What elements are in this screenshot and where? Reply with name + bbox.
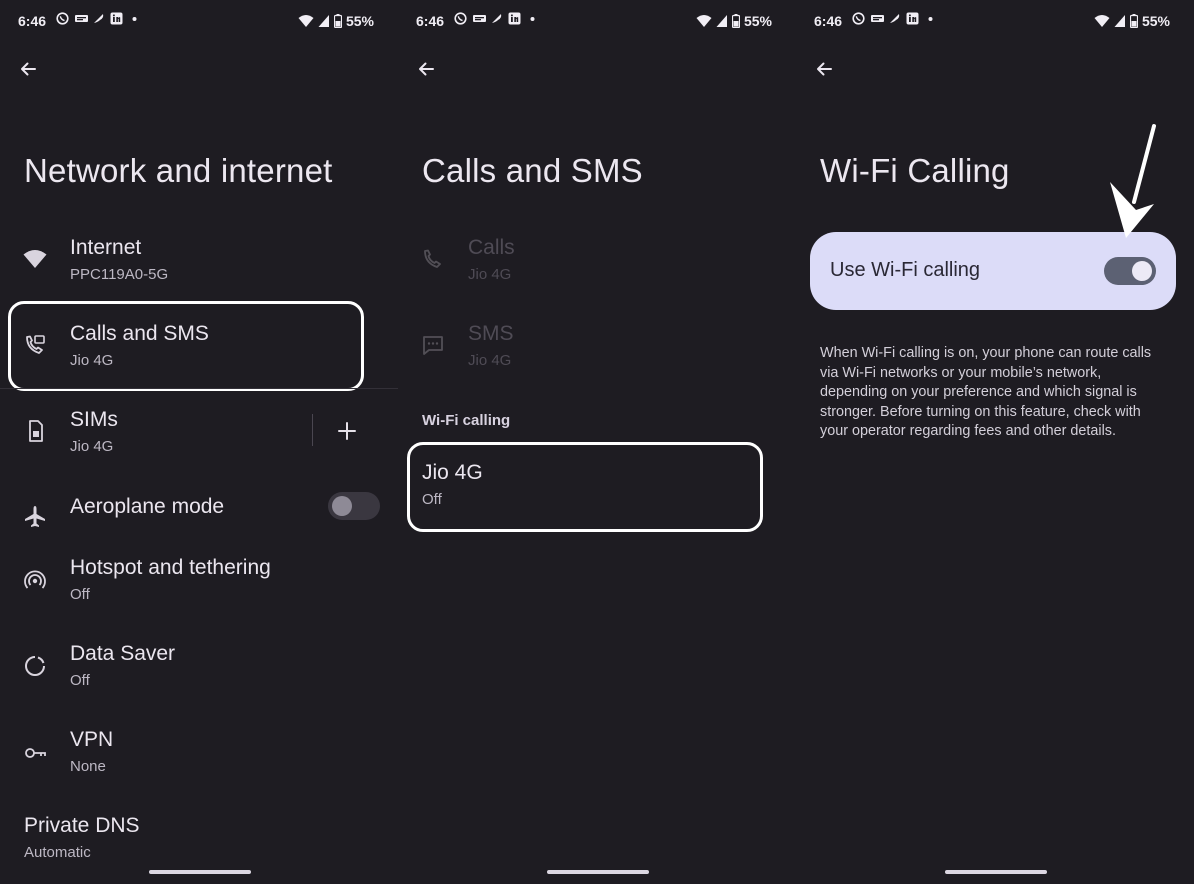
- linkedin-icon: [508, 12, 521, 25]
- gesture-navigation-bar[interactable]: [547, 870, 649, 874]
- sims-separator: [312, 414, 313, 446]
- status-bar: 6:46 55%: [416, 12, 772, 32]
- battery-icon: [333, 14, 342, 28]
- page-title: Wi-Fi Calling: [820, 152, 1010, 189]
- data-saver-icon: [22, 653, 48, 679]
- app-notification-icon: [472, 12, 486, 25]
- data-saver-item[interactable]: Data Saver Off: [0, 642, 398, 702]
- notification-icons: [56, 12, 141, 25]
- vpn-item[interactable]: VPN None: [0, 728, 398, 788]
- whatsapp-icon: [852, 12, 865, 25]
- feather-icon: [490, 12, 503, 25]
- toggle-knob: [332, 496, 352, 516]
- wifi-calling-section-header: Wi-Fi calling: [422, 412, 511, 429]
- divider: [0, 388, 398, 389]
- wifi-status-icon: [298, 15, 314, 27]
- use-wifi-calling-label: Use Wi-Fi calling: [830, 259, 981, 281]
- app-notification-icon: [74, 12, 88, 25]
- signal-icon: [318, 15, 329, 27]
- wifi-calling-screen: 6:46 55% Wi-Fi Calling Use Wi-Fi calling: [796, 0, 1194, 884]
- feather-icon: [92, 12, 105, 25]
- signal-icon: [716, 15, 727, 27]
- calls-sms-screen: 6:46 55% Calls and SMS Calls Jio 4G SMS …: [398, 0, 796, 884]
- wifi-icon: [22, 246, 48, 272]
- message-icon: [420, 332, 446, 358]
- use-wifi-calling-toggle[interactable]: [1104, 257, 1156, 285]
- wifi-calling-description: When Wi-Fi calling is on, your phone can…: [820, 345, 1152, 440]
- page-title: Network and internet: [24, 152, 333, 189]
- more-notifications-dot-icon: [924, 12, 937, 25]
- phone-icon: [420, 246, 446, 272]
- wifi-status-icon: [696, 15, 712, 27]
- battery-icon: [1129, 14, 1138, 28]
- feather-icon: [888, 12, 901, 25]
- hotspot-icon: [22, 568, 48, 594]
- back-button[interactable]: [414, 56, 440, 82]
- calls-sms-highlight: [8, 301, 364, 391]
- aeroplane-mode-toggle[interactable]: [328, 492, 380, 520]
- system-status: 55%: [696, 13, 772, 29]
- back-button[interactable]: [16, 56, 42, 82]
- battery-percent: 55%: [345, 13, 374, 29]
- status-time: 6:46: [814, 13, 843, 29]
- wifi-status-icon: [1094, 15, 1110, 27]
- notification-icons: [852, 12, 937, 25]
- arrow-pointer-icon: [1110, 124, 1156, 238]
- system-status: 55%: [1094, 13, 1170, 29]
- status-bar: 6:46 55%: [814, 12, 1170, 32]
- network-internet-screen: 6:46 55% Network and internet Internet P…: [0, 0, 398, 884]
- back-button[interactable]: [812, 56, 838, 82]
- signal-icon: [1114, 15, 1125, 27]
- vpn-key-icon: [22, 740, 48, 766]
- linkedin-icon: [906, 12, 919, 25]
- sim-card-icon: [22, 418, 48, 444]
- status-time: 6:46: [416, 13, 445, 29]
- page-title: Calls and SMS: [422, 152, 643, 189]
- calls-item: Calls Jio 4G: [398, 236, 796, 296]
- gesture-navigation-bar[interactable]: [149, 870, 251, 874]
- notification-icons: [454, 12, 539, 25]
- whatsapp-icon: [454, 12, 467, 25]
- toggle-knob: [1132, 261, 1152, 281]
- gesture-navigation-bar[interactable]: [945, 870, 1047, 874]
- status-time: 6:46: [18, 13, 47, 29]
- add-sim-button[interactable]: [336, 420, 358, 442]
- plus-icon: [338, 422, 356, 440]
- arrow-back-icon: [21, 62, 36, 76]
- private-dns-item[interactable]: Private DNS Automatic: [0, 814, 398, 874]
- arrow-back-icon: [419, 62, 434, 76]
- status-bar: 6:46 55%: [18, 12, 374, 32]
- battery-percent: 55%: [743, 13, 772, 29]
- annotation-arrow: [1096, 122, 1164, 246]
- internet-item[interactable]: Internet PPC119A0-5G: [0, 236, 398, 296]
- more-notifications-dot-icon: [526, 12, 539, 25]
- whatsapp-icon: [56, 12, 69, 25]
- system-status: 55%: [298, 13, 374, 29]
- airplane-icon: [22, 504, 48, 530]
- sms-item: SMS Jio 4G: [398, 322, 796, 382]
- jio-4g-highlight: [407, 442, 763, 532]
- battery-percent: 55%: [1141, 13, 1170, 29]
- battery-icon: [731, 14, 740, 28]
- app-notification-icon: [870, 12, 884, 25]
- hotspot-tethering-item[interactable]: Hotspot and tethering Off: [0, 556, 398, 616]
- more-notifications-dot-icon: [128, 12, 141, 25]
- linkedin-icon: [110, 12, 123, 25]
- arrow-back-icon: [817, 62, 832, 76]
